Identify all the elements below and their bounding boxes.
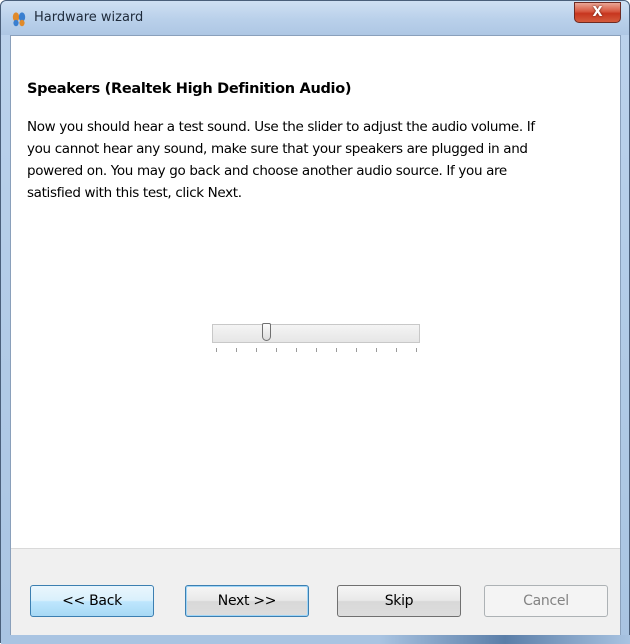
skip-button[interactable]: Skip (337, 585, 461, 617)
slider-tick (236, 348, 237, 352)
wizard-content-panel: Speakers (Realtek High Definition Audio)… (10, 35, 621, 635)
cancel-button: Cancel (484, 585, 608, 617)
slider-tick (216, 348, 217, 352)
instruction-text: Now you should hear a test sound. Use th… (27, 116, 617, 204)
slider-tick (396, 348, 397, 352)
back-button[interactable]: << Back (30, 585, 154, 617)
page-heading: Speakers (Realtek High Definition Audio) (27, 81, 352, 97)
window-title: Hardware wizard (34, 10, 144, 25)
slider-track[interactable] (212, 324, 420, 343)
slider-tick (416, 348, 417, 352)
slider-tick (356, 348, 357, 352)
instruction-line: satisfied with this test, click Next. (27, 185, 242, 201)
title-bar[interactable]: Hardware wizard X (1, 1, 629, 35)
slider-tick (256, 348, 257, 352)
wizard-app-icon (12, 12, 26, 27)
slider-thumb[interactable] (262, 323, 271, 341)
instruction-line: you cannot hear any sound, make sure tha… (27, 141, 528, 157)
wizard-button-bar: << Back Next >> Skip Cancel (11, 548, 620, 635)
volume-slider[interactable] (212, 321, 422, 361)
next-button[interactable]: Next >> (185, 585, 309, 617)
instruction-line: powered on. You may go back and choose a… (27, 163, 507, 179)
close-button[interactable]: X (574, 2, 621, 23)
slider-tick (376, 348, 377, 352)
slider-tick (336, 348, 337, 352)
slider-tick (316, 348, 317, 352)
instruction-line: Now you should hear a test sound. Use th… (27, 119, 535, 135)
slider-tick (296, 348, 297, 352)
slider-tick (276, 348, 277, 352)
hardware-wizard-window: Hardware wizard X Speakers (Realtek High… (0, 0, 630, 644)
